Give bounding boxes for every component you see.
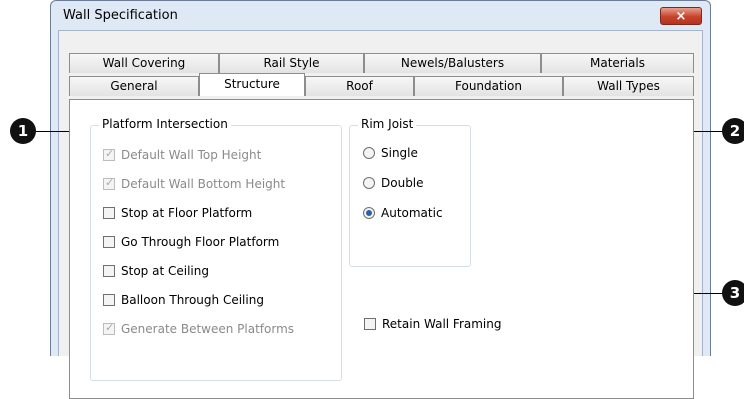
radio-circle [363,177,375,189]
tab-general[interactable]: General [69,76,199,96]
tab-wall-covering[interactable]: Wall Covering [69,53,219,73]
wall-specification-dialog: Wall Specification × Wall Covering Rail … [50,0,711,399]
checkbox-label: Retain Wall Framing [382,317,502,331]
checkbox-box [103,236,115,248]
tab-rail-style[interactable]: Rail Style [219,53,364,73]
checkbox-box: ✓ [103,321,115,335]
radio-label: Single [381,146,418,160]
checkbox-label: Default Wall Bottom Height [121,177,286,191]
platform-intersection-group: Platform Intersection ✓ Default Wall Top… [90,117,342,381]
radio-circle [363,147,375,159]
rim-joist-group: Rim Joist Single Double Automatic [349,117,471,267]
tab-newels-balusters[interactable]: Newels/Balusters [364,53,541,73]
callout-3-badge: 3 [722,280,744,306]
checkbox-label: Go Through Floor Platform [121,235,280,249]
callout-2-badge: 2 [722,118,744,144]
tab-structure[interactable]: Structure [199,73,305,96]
title-bar: Wall Specification × [51,1,710,28]
tab-materials[interactable]: Materials [541,53,694,73]
radio-label: Double [381,176,424,190]
platform-intersection-legend: Platform Intersection [99,117,231,131]
checkbox-label: Stop at Floor Platform [121,206,253,220]
radio-selected-dot [366,210,372,216]
checkmark-icon: ✓ [105,147,115,160]
checkbox-box [103,265,115,277]
checkbox-label: Default Wall Top Height [121,148,262,162]
checkmark-icon: ✓ [105,321,115,334]
checkbox-label: Balloon Through Ceiling [121,293,264,307]
dialog-client-area: Wall Covering Rail Style Newels/Baluster… [58,30,703,399]
callout-1-badge: 1 [10,118,36,144]
radio-circle [363,207,375,219]
tab-wall-types[interactable]: Wall Types [563,76,694,96]
checkbox-label: Stop at Ceiling [121,264,209,278]
checkbox-box: ✓ [103,147,115,161]
dialog-title: Wall Specification [63,8,178,23]
checkbox-box [103,207,115,219]
tab-foundation[interactable]: Foundation [414,76,563,96]
checkbox-box [103,294,115,306]
radio-label: Automatic [381,206,443,220]
checkbox-label: Generate Between Platforms [121,322,295,336]
structure-tab-panel: Platform Intersection ✓ Default Wall Top… [69,99,694,399]
rim-joist-legend: Rim Joist [358,117,417,131]
checkbox-box [364,318,376,330]
checkmark-icon: ✓ [105,176,115,189]
tab-roof[interactable]: Roof [305,76,414,96]
close-button[interactable]: × [660,7,702,25]
checkbox-box: ✓ [103,176,115,190]
